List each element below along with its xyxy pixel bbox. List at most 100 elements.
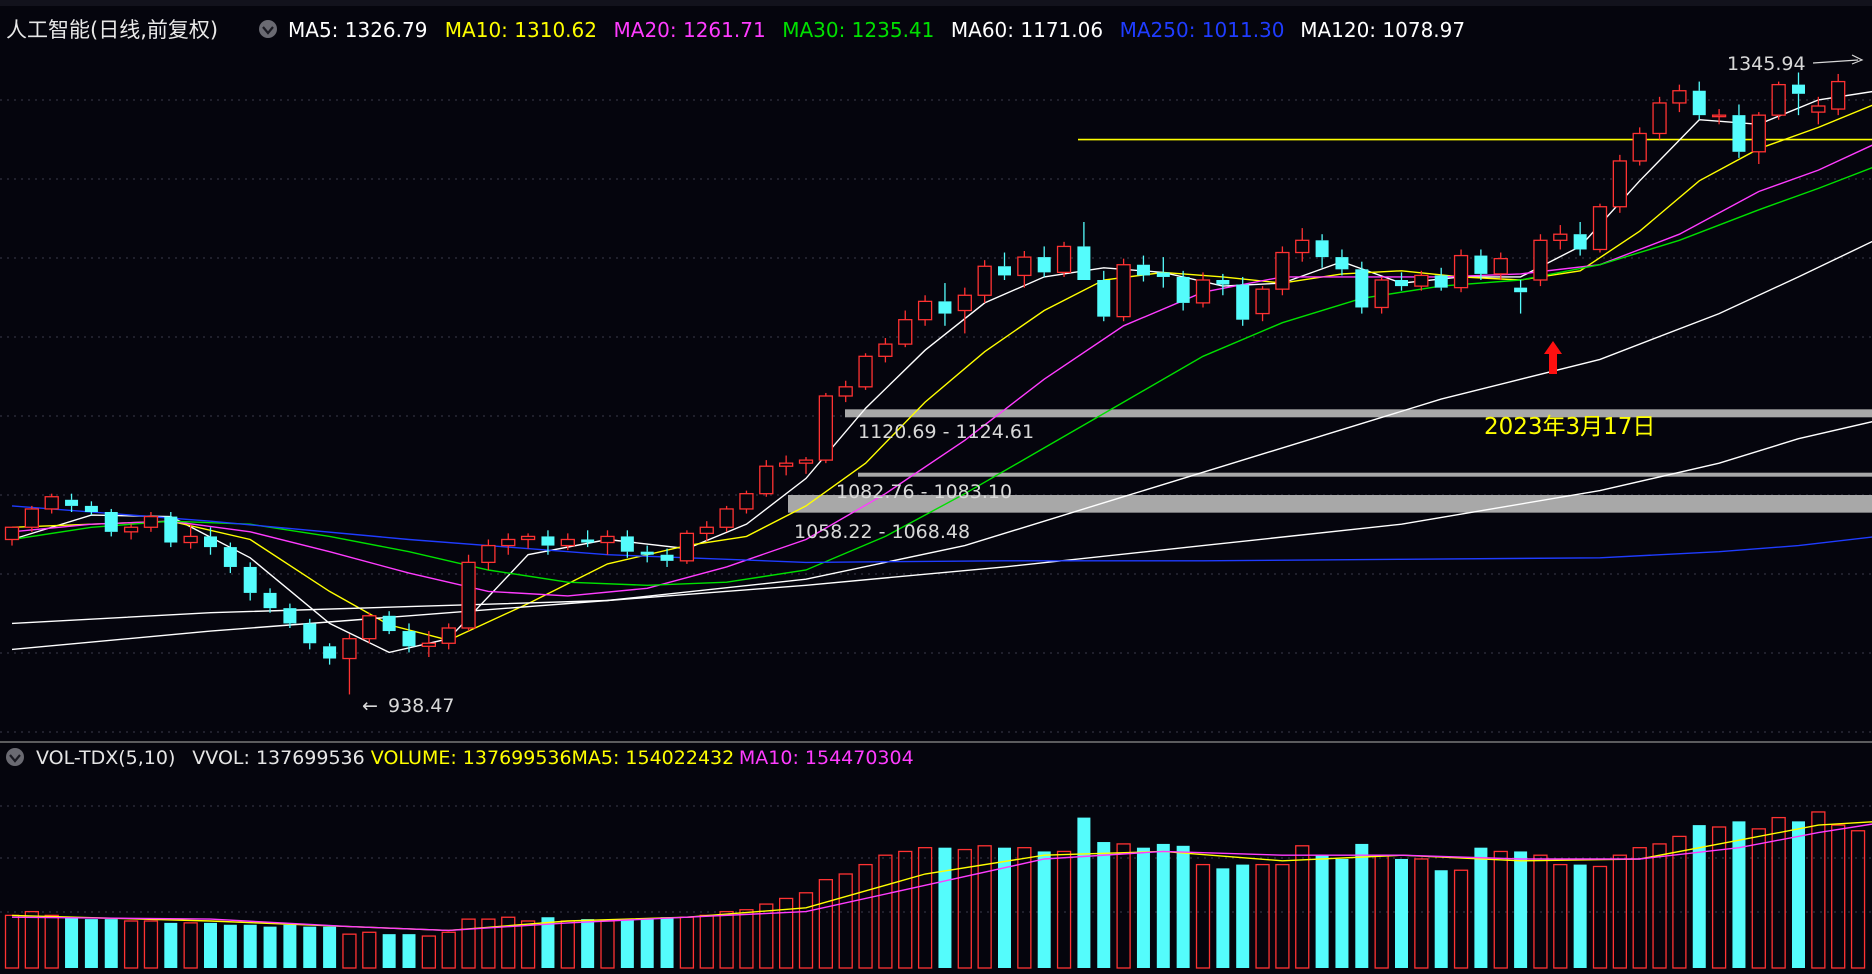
candle [739,490,754,514]
volume-bar [1553,863,1568,969]
volume-header: VOL-TDX(5,10) VVOL: 137699536 VOLUME: 1376… [6,747,914,769]
candle [1632,127,1647,166]
candle [1672,84,1687,113]
candle [1553,225,1568,250]
candle [818,392,833,464]
volume-bar [461,918,476,969]
candle [104,508,118,537]
volume-bar [421,935,437,969]
volume-bar [342,933,357,969]
volume-bar [838,873,853,969]
candle [1355,261,1369,314]
volume-bar [620,919,634,968]
candle [1335,249,1349,276]
volume-bar [323,926,337,968]
candle [1275,246,1290,296]
volume-bar [1017,847,1032,969]
candle [1116,258,1131,322]
volume-bar [382,934,396,968]
candle [1017,251,1032,288]
volume-bar [1732,821,1746,968]
candle [44,493,59,514]
candle [402,623,416,653]
volume-bar [24,910,40,969]
low-price-marker: ← [362,695,378,717]
zone3-label: 1058.22 - 1068.48 [794,521,970,543]
volume-legend-item: MA5: 154022432 [572,747,735,769]
volume-bar [1652,843,1667,969]
volume-bar [243,924,257,968]
volume-bar [1751,828,1766,969]
volume-legend-item: VOL-TDX(5,10) [36,747,175,769]
candle [223,542,237,574]
candle [1097,270,1111,322]
candle [1395,272,1408,291]
volume-bar [1136,847,1150,968]
price-toggle-icon[interactable] [259,20,277,38]
zone1-label: 1120.69 - 1124.61 [858,421,1034,443]
volume-bar [303,926,317,968]
volume-bar [858,863,873,969]
candle [1831,73,1846,116]
candle [1136,255,1150,282]
volume-bar [1514,851,1528,968]
volume-bar [699,914,714,969]
volume-bar [44,914,59,969]
ma-line-ma5 [11,90,1872,654]
top-strip [0,0,1872,6]
volume-bar [1672,835,1687,969]
ma-legend: MA5: 1326.79 MA10: 1310.62 MA20: 1261.71 MA… [288,18,1465,42]
volume-bar [1434,870,1448,968]
ma-legend-item: MA10: 1310.62 [445,18,597,42]
candle [798,457,814,474]
candle [838,380,853,403]
candle [1652,96,1667,140]
volume-bar [1493,850,1508,969]
volume-bar [1097,842,1111,968]
candle [1255,286,1270,322]
volume-bar [1236,864,1250,968]
volume-bar [660,917,674,968]
candle [1374,276,1389,314]
candle [957,287,972,334]
chart-title: 人工智能(日线,前复权) [6,18,218,42]
candle [263,588,277,613]
volume-bar [362,931,377,969]
ma-legend-item: MA60: 1171.06 [951,18,1103,42]
volume-bar [938,847,952,968]
volume-bar [1295,845,1310,969]
volume-bar [679,916,695,969]
volume-bar [1156,843,1170,968]
ma-legend-item: MA250: 1011.30 [1120,18,1285,42]
volume-bar [1255,863,1270,969]
volume-bar [1315,855,1329,968]
candle [1056,241,1072,277]
volume-bar [1592,865,1608,969]
volume-bar [123,920,139,969]
candle [1156,257,1170,288]
candle [123,524,139,540]
zone2-label: 1082.76 - 1083.10 [836,481,1012,503]
candles [4,72,1846,695]
candle [1077,222,1091,280]
volume-bar [1037,851,1051,968]
candle [1037,246,1051,277]
ma-legend-item: MA120: 1078.97 [1300,18,1465,42]
candle [679,530,695,564]
volume-bar [1395,858,1408,968]
volume-bar [65,917,79,968]
ma-legend-item: MA20: 1261.71 [614,18,766,42]
candle [1195,272,1211,308]
candle [24,505,40,532]
volume-bar [1275,863,1290,969]
volume-bar [1453,869,1469,969]
volume-bar [1216,868,1230,968]
volume-bar [263,926,277,968]
volume-bar [223,924,237,968]
candle [1692,81,1706,120]
candle [719,505,734,532]
volume-toggle-icon[interactable] [6,748,24,766]
volume-bar [898,850,913,969]
date-annotation: 2023年3月17日 [1484,414,1655,440]
candle [441,623,456,650]
